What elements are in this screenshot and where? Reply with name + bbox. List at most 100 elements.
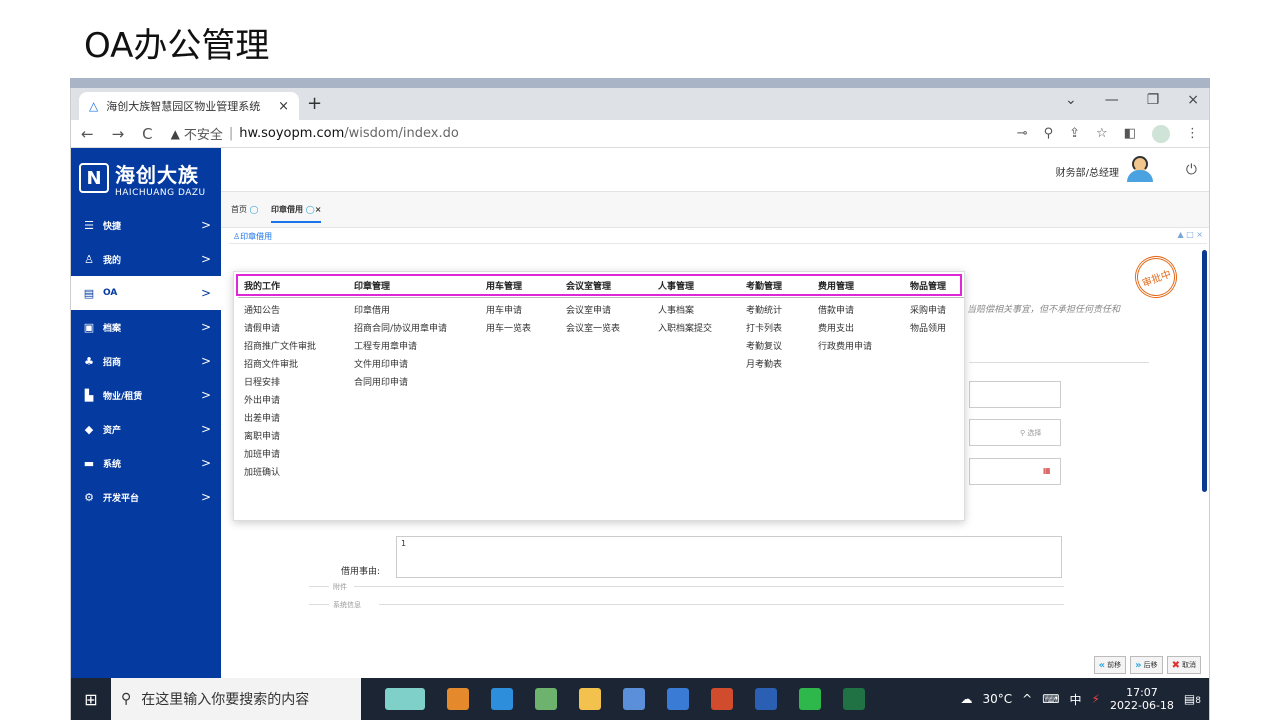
menu-dots-icon[interactable]: ⋮ xyxy=(1186,126,1199,141)
keyboard-icon[interactable]: ⌨ xyxy=(1042,692,1059,706)
menu-item[interactable]: 印章借用 xyxy=(348,302,480,320)
excel-icon[interactable] xyxy=(843,688,865,710)
tab-home[interactable]: 首页 ◯ xyxy=(231,204,259,215)
close-window-button[interactable]: × xyxy=(1187,92,1199,108)
tab-seal-borrow[interactable]: 印章借用 ◯× xyxy=(271,204,322,223)
form-field[interactable] xyxy=(969,419,1061,446)
calendar-icon[interactable]: ▦ xyxy=(1043,466,1051,475)
forward-button[interactable]: → xyxy=(112,125,125,143)
panel-controls[interactable]: ▲ □ × xyxy=(1178,230,1204,239)
sidebar-item-shortcut[interactable]: ☰ 快捷 > xyxy=(71,208,221,242)
scrollbar[interactable] xyxy=(1202,250,1207,492)
user-department[interactable]: 财务部/总经理 xyxy=(1056,164,1119,179)
menu-item[interactable]: 月考勤表 xyxy=(740,356,812,374)
sidepanel-icon[interactable]: ◧ xyxy=(1124,126,1136,141)
file-explorer-icon[interactable] xyxy=(579,688,601,710)
ime-indicator[interactable]: 中 xyxy=(1070,691,1082,708)
sidebar-item-archive[interactable]: ▣ 档案 > xyxy=(71,310,221,344)
menu-item[interactable]: 用车一览表 xyxy=(480,320,560,338)
clock[interactable]: 17:07 2022-06-18 xyxy=(1110,686,1174,712)
notification-icon[interactable]: ▤8 xyxy=(1184,692,1201,706)
menu-item[interactable]: 加班确认 xyxy=(238,464,348,482)
key-icon[interactable]: ⊸ xyxy=(1017,126,1028,141)
menu-item[interactable]: 离职申请 xyxy=(238,428,348,446)
menu-item[interactable]: 入职档案提交 xyxy=(652,320,740,338)
menu-item[interactable]: 外出申请 xyxy=(238,392,348,410)
photos-icon[interactable] xyxy=(623,688,645,710)
tab-close-icon[interactable]: × xyxy=(315,205,322,214)
taskbar-search[interactable]: ⚲ 在这里输入你要搜索的内容 xyxy=(111,678,361,720)
menu-item[interactable]: 考勤复议 xyxy=(740,338,812,356)
bookmark-star-icon[interactable]: ☆ xyxy=(1096,126,1108,141)
sidebar-item-property[interactable]: ▙ 物业/租赁 > xyxy=(71,378,221,412)
reason-textarea[interactable]: 1 xyxy=(396,536,1062,578)
chrome-icon[interactable] xyxy=(447,688,469,710)
url-field[interactable]: ▲ 不安全 | hw.soyopm.com /wisdom/index.do xyxy=(171,124,459,143)
profile-avatar[interactable] xyxy=(1152,124,1170,143)
minimize-button[interactable]: — xyxy=(1105,92,1119,108)
powerpoint-icon[interactable] xyxy=(711,688,733,710)
menu-item[interactable]: 日程安排 xyxy=(238,374,348,392)
edge-icon[interactable] xyxy=(491,688,513,710)
sidebar-item-oa[interactable]: ▤ OA > xyxy=(71,276,221,310)
tab-close-icon[interactable]: × xyxy=(278,99,289,114)
share-icon[interactable]: ⇪ xyxy=(1069,126,1080,141)
form-field[interactable] xyxy=(969,381,1061,408)
sidebar-item-assets[interactable]: ◆ 资产 > xyxy=(71,412,221,446)
windows-start-icon[interactable]: ⊞ xyxy=(71,690,111,709)
cancel-button[interactable]: ✖ 取消 xyxy=(1166,656,1201,674)
browser-tab[interactable]: △ 海创大族智慧园区物业管理系统 × xyxy=(79,92,299,120)
antivirus-icon[interactable]: ⚡ xyxy=(1092,692,1100,706)
menu-item[interactable]: 考勤统计 xyxy=(740,302,812,320)
sidebar-item-mine[interactable]: ♙ 我的 > xyxy=(71,242,221,276)
power-icon[interactable]: ⏻ xyxy=(1186,162,1197,178)
menu-item[interactable]: 行政费用申请 xyxy=(812,338,904,356)
menu-item[interactable]: 会议室一览表 xyxy=(560,320,652,338)
move-prev-button[interactable]: «前移 xyxy=(1093,656,1127,674)
menu-item[interactable]: 人事档案 xyxy=(652,302,740,320)
zoom-icon[interactable]: ⚲ xyxy=(1044,126,1054,141)
menu-item[interactable]: 费用支出 xyxy=(812,320,904,338)
word-icon[interactable] xyxy=(755,688,777,710)
menu-item[interactable]: 会议室申请 xyxy=(560,302,652,320)
new-tab-button[interactable]: + xyxy=(307,93,322,114)
url-separator: | xyxy=(228,126,234,141)
menu-item[interactable]: 借款申请 xyxy=(812,302,904,320)
landscape-app-icon[interactable] xyxy=(385,688,425,710)
menu-col-hr: 人事管理 人事档案 入职档案提交 xyxy=(652,272,740,338)
menu-col-header: 考勤管理 xyxy=(740,276,812,298)
menu-item[interactable]: 采购申请 xyxy=(904,302,964,320)
menu-item[interactable]: 打卡列表 xyxy=(740,320,812,338)
tools-icon[interactable] xyxy=(535,688,557,710)
move-next-button[interactable]: » 后移 xyxy=(1130,656,1163,674)
menu-item[interactable]: 出差申请 xyxy=(238,410,348,428)
menu-item[interactable]: 招商推广文件审批 xyxy=(238,338,348,356)
form-actions: «前移 » 后移 ✖ 取消 xyxy=(1093,656,1201,674)
menu-item[interactable]: 通知公告 xyxy=(238,302,348,320)
menu-item[interactable]: 加班申请 xyxy=(238,446,348,464)
menu-item[interactable]: 物品领用 xyxy=(904,320,964,338)
menu-item[interactable]: 工程专用章申请 xyxy=(348,338,480,356)
weather-temp[interactable]: 30°C xyxy=(982,692,1012,706)
menu-item[interactable]: 请假申请 xyxy=(238,320,348,338)
pen-app-icon[interactable] xyxy=(667,688,689,710)
weather-icon[interactable]: ☁ xyxy=(960,692,972,706)
menu-item[interactable]: 招商合同/协议用章申请 xyxy=(348,320,480,338)
menu-item[interactable]: 合同用印申请 xyxy=(348,374,480,392)
menu-item[interactable]: 用车申请 xyxy=(480,302,560,320)
sidebar-item-dev-platform[interactable]: ⚙ 开发平台 > xyxy=(71,480,221,514)
system-tray: ☁ 30°C ^ ⌨ 中 ⚡ 17:07 2022-06-18 ▤8 xyxy=(960,686,1209,712)
chevron-up-icon[interactable]: ^ xyxy=(1022,692,1032,706)
reload-button[interactable]: C xyxy=(142,125,152,143)
select-button[interactable]: ⚲ 选择 xyxy=(1020,428,1041,438)
restore-button[interactable]: ❐ xyxy=(1147,92,1160,108)
tab-search-icon[interactable]: ⌄ xyxy=(1065,92,1077,108)
menu-item[interactable]: 文件用印申请 xyxy=(348,356,480,374)
user-avatar[interactable] xyxy=(1127,156,1153,184)
sidebar-item-investment[interactable]: ♣ 招商 > xyxy=(71,344,221,378)
chevron-right-icon: > xyxy=(200,388,211,402)
wechat-icon[interactable] xyxy=(799,688,821,710)
sidebar-item-system[interactable]: ▬ 系统 > xyxy=(71,446,221,480)
back-button[interactable]: ← xyxy=(81,125,94,143)
menu-item[interactable]: 招商文件审批 xyxy=(238,356,348,374)
